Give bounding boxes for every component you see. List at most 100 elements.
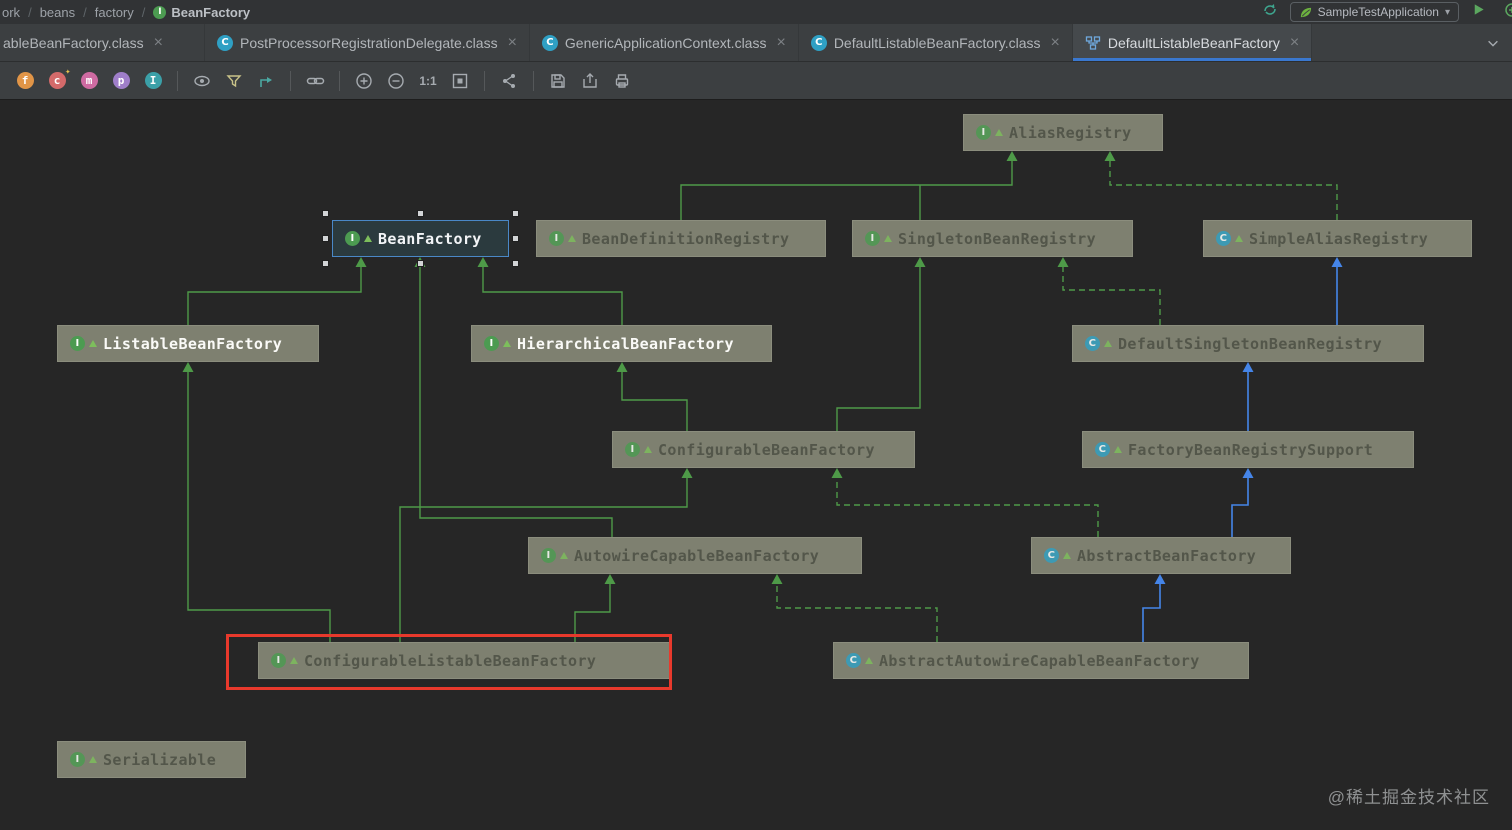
filter-button[interactable]: [219, 67, 249, 95]
visibility-eye-button[interactable]: [187, 67, 217, 95]
diagram-toolbar: f c ✦ m p I 1:1: [0, 62, 1512, 100]
interface-icon: I: [70, 752, 85, 767]
close-icon[interactable]: ×: [1290, 34, 1299, 51]
node-listable-bean-factory[interactable]: I ListableBeanFactory: [57, 325, 319, 362]
interface-icon: I: [345, 231, 360, 246]
tab-postprocessorregistrationdelegate-class[interactable]: C PostProcessorRegistrationDelegate.clas…: [205, 24, 530, 61]
node-abstract-autowire-capable-bean-factory[interactable]: C AbstractAutowireCapableBeanFactory: [833, 642, 1249, 679]
class-icon: C: [1085, 336, 1100, 351]
sync-icon[interactable]: [1262, 2, 1278, 23]
methods-toggle-button[interactable]: m: [74, 67, 104, 95]
selection-handle[interactable]: [322, 210, 329, 217]
interface-icon: I: [865, 231, 880, 246]
uml-diagram-canvas[interactable]: I AliasRegistry I BeanFactory I BeanDefi…: [0, 100, 1512, 830]
close-icon[interactable]: ×: [1051, 34, 1060, 51]
selection-handle[interactable]: [322, 234, 329, 242]
star-badge-icon: ✦: [65, 67, 71, 77]
watermark: @稀土掘金技术社区: [1327, 788, 1490, 807]
class-icon: C: [1095, 442, 1110, 457]
tab-label: DefaultListableBeanFactory: [1107, 34, 1280, 51]
node-label: SingletonBeanRegistry: [898, 229, 1097, 248]
breadcrumb-item[interactable]: beans: [40, 5, 75, 20]
node-bean-definition-registry[interactable]: I BeanDefinitionRegistry: [536, 220, 826, 257]
node-marker-icon: [89, 340, 97, 347]
zoom-in-button[interactable]: [349, 67, 379, 95]
node-label: DefaultSingletonBeanRegistry: [1118, 334, 1383, 353]
node-bean-factory[interactable]: I BeanFactory: [322, 210, 519, 267]
tab-genericapplicationcontext-class[interactable]: C GenericApplicationContext.class ×: [530, 24, 799, 61]
node-hierarchical-bean-factory[interactable]: I HierarchicalBeanFactory: [471, 325, 772, 362]
node-label: AutowireCapableBeanFactory: [574, 546, 820, 565]
node-simple-alias-registry[interactable]: C SimpleAliasRegistry: [1203, 220, 1472, 257]
breadcrumb-separator: /: [141, 4, 146, 20]
node-serializable[interactable]: I Serializable: [57, 741, 246, 778]
highlight-rectangle: [226, 634, 672, 690]
selection-handle[interactable]: [512, 234, 519, 242]
run-configuration-label: SampleTestApplication: [1317, 5, 1439, 19]
selection-handle[interactable]: [322, 260, 329, 267]
fit-content-button[interactable]: [445, 67, 475, 95]
share-button[interactable]: [494, 67, 524, 95]
class-icon: C: [810, 34, 827, 51]
node-autowire-capable-bean-factory[interactable]: I AutowireCapableBeanFactory: [528, 537, 862, 574]
tabs-overflow-chevron-icon[interactable]: [1474, 24, 1512, 61]
node-configurable-bean-factory[interactable]: I ConfigurableBeanFactory: [612, 431, 915, 468]
tab-defaultlistablebeanfactory-diagram[interactable]: DefaultListableBeanFactory ×: [1072, 24, 1313, 61]
class-icon: C: [846, 653, 861, 668]
constructors-toggle-button[interactable]: c ✦: [42, 67, 72, 95]
chevron-down-icon: ▾: [1444, 6, 1450, 18]
node-marker-icon: [1114, 446, 1122, 453]
node-marker-icon: [644, 446, 652, 453]
node-factory-bean-registry-support[interactable]: C FactoryBeanRegistrySupport: [1082, 431, 1414, 468]
uml-diagram-icon: [1085, 35, 1101, 50]
interface-icon: I: [625, 442, 640, 457]
node-abstract-bean-factory[interactable]: C AbstractBeanFactory: [1031, 537, 1291, 574]
save-button[interactable]: [543, 67, 573, 95]
node-marker-icon: [865, 657, 873, 664]
selection-handle[interactable]: [416, 210, 424, 217]
cropped-toolbar-icon[interactable]: [1498, 2, 1512, 23]
edge-router-button[interactable]: [251, 67, 281, 95]
export-button[interactable]: [575, 67, 605, 95]
close-icon[interactable]: ×: [776, 34, 785, 51]
breadcrumb-separator: /: [83, 4, 87, 20]
breadcrumb-bar: ork / beans / factory / I BeanFactory Sa…: [0, 0, 1512, 24]
node-marker-icon: [1063, 552, 1071, 559]
node-default-singleton-bean-registry[interactable]: C DefaultSingletonBeanRegistry: [1072, 325, 1424, 362]
print-button[interactable]: [607, 67, 637, 95]
zoom-out-button[interactable]: [381, 67, 411, 95]
breadcrumb: ork / beans / factory / I BeanFactory: [2, 5, 250, 20]
selection-handle[interactable]: [416, 260, 424, 267]
actual-size-button[interactable]: 1:1: [413, 67, 443, 95]
close-icon[interactable]: ×: [508, 34, 517, 51]
fields-toggle-button[interactable]: f: [10, 67, 40, 95]
node-label: SimpleAliasRegistry: [1249, 229, 1429, 248]
inner-classes-toggle-button[interactable]: I: [138, 67, 168, 95]
tab-label: ableBeanFactory.class: [3, 34, 144, 51]
node-marker-icon: [884, 235, 892, 242]
node-marker-icon: [568, 235, 576, 242]
selection-handle[interactable]: [512, 210, 519, 217]
node-marker-icon: [995, 129, 1003, 136]
breadcrumb-current[interactable]: I BeanFactory: [153, 5, 250, 20]
properties-toggle-button[interactable]: p: [106, 67, 136, 95]
selection-handle[interactable]: [512, 260, 519, 267]
run-configuration-select[interactable]: SampleTestApplication ▾: [1289, 2, 1459, 22]
close-icon[interactable]: ×: [154, 34, 163, 51]
node-alias-registry[interactable]: I AliasRegistry: [963, 114, 1163, 151]
interface-icon: I: [153, 5, 167, 19]
tab-ablebeanfactory-class[interactable]: ableBeanFactory.class ×: [0, 24, 205, 61]
link-button[interactable]: [300, 67, 330, 95]
toolbar-separator: [339, 70, 340, 91]
class-icon: C: [1044, 548, 1059, 563]
run-button[interactable]: [1471, 2, 1486, 22]
node-marker-icon: [89, 756, 97, 763]
breadcrumb-item[interactable]: factory: [95, 5, 134, 20]
node-singleton-bean-registry[interactable]: I SingletonBeanRegistry: [852, 220, 1133, 257]
editor-tab-bar: ableBeanFactory.class × C PostProcessorR…: [0, 24, 1512, 62]
tab-defaultlistablebeanfactory-class[interactable]: C DefaultListableBeanFactory.class ×: [799, 24, 1073, 61]
ide-window: ork / beans / factory / I BeanFactory Sa…: [0, 0, 1512, 830]
breadcrumb-item[interactable]: ork: [2, 5, 20, 20]
class-icon: C: [217, 34, 233, 51]
node-label: ConfigurableBeanFactory: [658, 440, 875, 459]
